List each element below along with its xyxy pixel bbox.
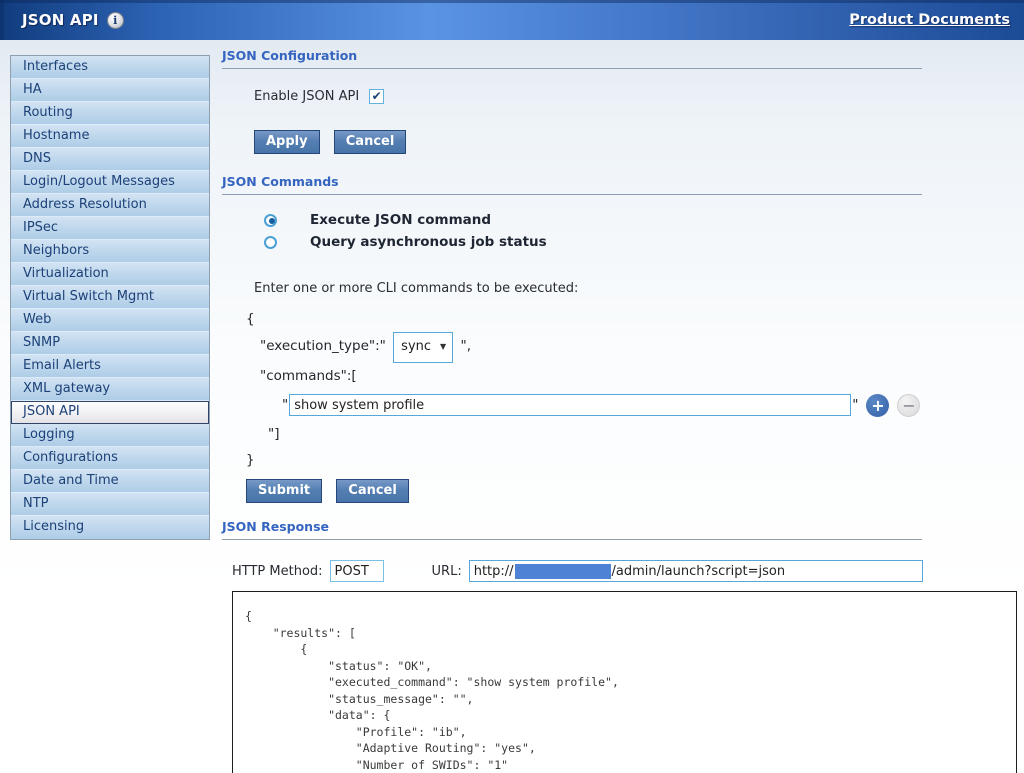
- page-title: JSON API: [22, 11, 99, 29]
- request-info-row: HTTP Method: URL: http:// /admin/launch?…: [232, 560, 1022, 582]
- cli-commands-instruction: Enter one or more CLI commands to be exe…: [254, 281, 1022, 296]
- sidebar-item-virtual-switch-mgmt[interactable]: Virtual Switch Mgmt: [11, 286, 209, 309]
- url-prefix: http://: [474, 564, 514, 579]
- sidebar-nav: Interfaces HA Routing Hostname DNS Login…: [10, 55, 210, 540]
- enable-json-api-label: Enable JSON API: [254, 89, 359, 104]
- query-async-job-status-label: Query asynchronous job status: [310, 234, 547, 250]
- sidebar-item-virtualization[interactable]: Virtualization: [11, 263, 209, 286]
- sidebar-item-configurations[interactable]: Configurations: [11, 447, 209, 470]
- top-header-bar: JSON API i Product Documents: [0, 0, 1024, 40]
- commands-array-open: "commands":[: [260, 363, 1022, 389]
- sidebar-item-ntp[interactable]: NTP: [11, 493, 209, 516]
- sidebar-item-web[interactable]: Web: [11, 309, 209, 332]
- sidebar-item-logging[interactable]: Logging: [11, 424, 209, 447]
- sidebar-item-login-logout-messages[interactable]: Login/Logout Messages: [11, 171, 209, 194]
- url-input[interactable]: http:// /admin/launch?script=json: [469, 560, 923, 582]
- apply-button[interactable]: Apply: [254, 130, 320, 154]
- close-brace: }: [246, 447, 1022, 473]
- sidebar-item-hostname[interactable]: Hostname: [11, 125, 209, 148]
- sidebar-item-licensing[interactable]: Licensing: [11, 516, 209, 539]
- url-suffix: /admin/launch?script=json: [612, 564, 786, 579]
- command-close-quote: ": [852, 397, 858, 413]
- open-brace: {: [246, 306, 1022, 332]
- submit-button[interactable]: Submit: [246, 479, 322, 503]
- sidebar-item-ha[interactable]: HA: [11, 79, 209, 102]
- execution-type-value: sync: [401, 334, 431, 360]
- command-open-quote: ": [282, 397, 288, 413]
- sidebar-item-xml-gateway[interactable]: XML gateway: [11, 378, 209, 401]
- sidebar-item-snmp[interactable]: SNMP: [11, 332, 209, 355]
- execute-json-command-label: Execute JSON command: [310, 212, 491, 228]
- product-documents-link[interactable]: Product Documents: [849, 12, 1010, 28]
- json-commands-section-title: JSON Commands: [222, 174, 922, 195]
- execution-type-select[interactable]: sync ▼: [393, 332, 453, 363]
- sidebar-item-neighbors[interactable]: Neighbors: [11, 240, 209, 263]
- command-input-row: " " + −: [282, 389, 1022, 421]
- sidebar-item-email-alerts[interactable]: Email Alerts: [11, 355, 209, 378]
- remove-command-button[interactable]: −: [897, 394, 920, 417]
- execution-type-prefix: "execution_type":": [260, 338, 386, 354]
- command-builder: { "execution_type":" sync ▼ ", "commands…: [246, 306, 1022, 473]
- add-command-button[interactable]: +: [866, 394, 889, 417]
- sidebar-item-date-and-time[interactable]: Date and Time: [11, 470, 209, 493]
- sidebar-item-address-resolution[interactable]: Address Resolution: [11, 194, 209, 217]
- url-label: URL:: [432, 564, 462, 579]
- url-redaction-block: [515, 564, 611, 579]
- execution-type-line: "execution_type":" sync ▼ ",: [260, 332, 1022, 363]
- sidebar-item-ipsec[interactable]: IPSec: [11, 217, 209, 240]
- sidebar-item-dns[interactable]: DNS: [11, 148, 209, 171]
- execute-json-command-radio[interactable]: [264, 214, 277, 227]
- info-icon[interactable]: i: [107, 12, 124, 29]
- query-async-job-status-radio[interactable]: [264, 236, 277, 249]
- json-response-text: { "results": [ { "status": "OK", "execut…: [245, 608, 1006, 773]
- json-response-output[interactable]: { "results": [ { "status": "OK", "execut…: [232, 591, 1017, 773]
- sidebar-item-routing[interactable]: Routing: [11, 102, 209, 125]
- http-method-input[interactable]: [330, 560, 384, 582]
- config-cancel-button[interactable]: Cancel: [334, 130, 407, 154]
- sidebar-item-interfaces[interactable]: Interfaces: [11, 56, 209, 79]
- http-method-label: HTTP Method:: [232, 564, 323, 579]
- chevron-down-icon: ▼: [440, 334, 446, 360]
- enable-json-api-checkbox[interactable]: ✔: [369, 89, 384, 104]
- commands-cancel-button[interactable]: Cancel: [336, 479, 409, 503]
- sidebar-item-json-api[interactable]: JSON API: [11, 401, 209, 424]
- main-content: JSON Configuration Enable JSON API ✔ App…: [222, 48, 1022, 773]
- json-configuration-section-title: JSON Configuration: [222, 48, 922, 69]
- cli-command-input[interactable]: [289, 394, 851, 416]
- commands-array-close: "]: [268, 421, 1022, 447]
- execution-type-suffix: ",: [460, 338, 471, 354]
- json-response-section-title: JSON Response: [222, 519, 922, 540]
